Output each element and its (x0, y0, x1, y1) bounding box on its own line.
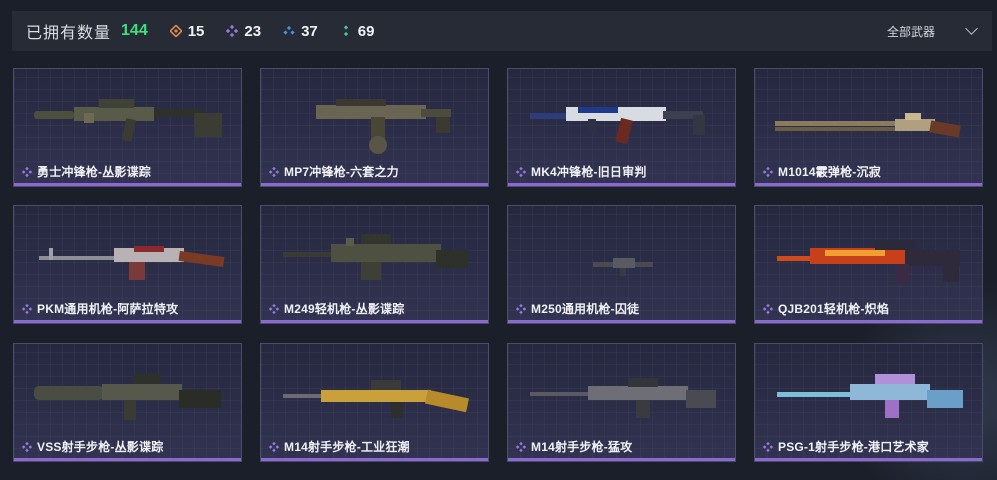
weapon-card[interactable]: M249轻机枪-丛影谍踪 (260, 205, 489, 324)
weapon-name: PKM通用机枪-阿萨拉特攻 (37, 302, 179, 316)
m249-weapon-image (283, 234, 468, 280)
weapon-card-footer: PKM通用机枪-阿萨拉特攻 (22, 300, 178, 317)
m250-weapon-image (593, 258, 653, 276)
weapon-filter-label: 全部武器 (886, 24, 935, 39)
weapon-card-footer: PSG-1射手步枪-港口艺术家 (763, 438, 929, 455)
purple-rarity-icon (226, 25, 239, 37)
weapon-card-footer: MK4冲锋枪-旧日审判 (516, 163, 647, 180)
weapon-filter-dropdown[interactable]: 全部武器 (886, 11, 978, 51)
weapon-card[interactable]: 勇士冲锋枪-丛影谍踪 (13, 68, 242, 187)
weapon-name: M250通用机枪-囚徒 (531, 302, 640, 316)
weapon-name: QJB201轻机枪-炽焰 (778, 302, 890, 316)
blue-rarity-icon (283, 25, 295, 35)
purple-rarity-icon (763, 441, 773, 452)
purple-rarity-icon (763, 166, 773, 177)
purple-rarity-icon (22, 441, 32, 452)
mp7-weapon-image (316, 99, 451, 154)
weapon-name: PSG-1射手步枪-港口艺术家 (778, 440, 930, 454)
weapon-card-footer: M249轻机枪-丛影谍踪 (269, 300, 404, 317)
m14-assault-weapon-image (530, 378, 716, 418)
weapon-card-footer: VSS射手步枪-丛影谍踪 (22, 438, 163, 455)
purple-rarity-icon (269, 441, 279, 452)
qjb201-weapon-image (777, 240, 960, 284)
stat-orange: 15 (169, 22, 205, 40)
weapon-card[interactable]: MK4冲锋枪-旧日审判 (507, 68, 736, 187)
weapon-card[interactable]: VSS射手步枪-丛影谍踪 (13, 343, 242, 462)
weapon-name: M1014霰弹枪-沉寂 (778, 165, 881, 179)
m1014-weapon-image (775, 113, 961, 138)
weapon-card[interactable]: M250通用机枪-囚徒 (507, 205, 736, 324)
purple-rarity-icon (516, 166, 526, 177)
green-rarity-icon (343, 25, 348, 37)
weapon-card[interactable]: M14射手步枪-工业狂潮 (260, 343, 489, 462)
weapon-card[interactable]: PSG-1射手步枪-港口艺术家 (754, 343, 983, 462)
chevron-down-icon (965, 22, 978, 35)
inventory-header: 已拥有数量 144 15 23 37 69 全部武器 (12, 11, 992, 51)
weapon-card[interactable]: PKM通用机枪-阿萨拉特攻 (13, 205, 242, 324)
weapon-name: M249轻机枪-丛影谍踪 (284, 302, 405, 316)
stat-green-value: 69 (357, 22, 375, 40)
pkm-weapon-image (39, 246, 225, 280)
purple-rarity-icon (269, 166, 279, 177)
purple-rarity-icon (516, 441, 526, 452)
purple-rarity-icon (516, 303, 526, 314)
purple-rarity-icon (763, 303, 773, 314)
weapon-card-footer: M250通用机枪-囚徒 (516, 300, 639, 317)
weapon-name: MK4冲锋枪-旧日审判 (531, 165, 647, 179)
weapon-card[interactable]: M1014霰弹枪-沉寂 (754, 68, 983, 187)
weapon-name: M14射手步枪-工业狂潮 (284, 440, 410, 454)
orange-rarity-icon (169, 25, 182, 37)
stat-blue-value: 37 (301, 22, 318, 40)
weapon-name: MP7冲锋枪-六套之力 (284, 165, 399, 179)
m14-industrial-weapon-image (283, 380, 469, 418)
stat-purple: 23 (226, 23, 261, 40)
weapon-card-footer: 勇士冲锋枪-丛影谍踪 (22, 163, 151, 180)
purple-rarity-icon (22, 166, 32, 177)
smg-camo-weapon-image (34, 99, 222, 142)
owned-count-value: 144 (121, 22, 148, 39)
weapon-card[interactable]: QJB201轻机枪-炽焰 (754, 205, 983, 324)
weapon-card[interactable]: MP7冲锋枪-六套之力 (260, 68, 489, 187)
owned-count-label: 已拥有数量 (26, 25, 112, 42)
vss-weapon-image (34, 374, 221, 420)
weapon-card-footer: M14射手步枪-工业狂潮 (269, 438, 410, 455)
weapon-card[interactable]: M14射手步枪-猛攻 (507, 343, 736, 462)
purple-rarity-icon (22, 303, 32, 314)
psg1-weapon-image (777, 374, 963, 418)
weapon-card-footer: QJB201轻机枪-炽焰 (763, 300, 889, 317)
weapon-card-footer: M14射手步枪-猛攻 (516, 438, 632, 455)
weapon-name: VSS射手步枪-丛影谍踪 (37, 440, 164, 454)
stat-blue: 37 (283, 23, 318, 40)
weapon-card-footer: M1014霰弹枪-沉寂 (763, 163, 881, 180)
weapon-name: 勇士冲锋枪-丛影谍踪 (37, 165, 151, 179)
purple-rarity-icon (269, 303, 279, 314)
weapon-card-footer: MP7冲锋枪-六套之力 (269, 163, 399, 180)
weapon-name: M14射手步枪-猛攻 (531, 440, 633, 454)
stat-orange-value: 15 (187, 22, 205, 40)
stat-green: 69 (340, 22, 375, 40)
stat-purple-value: 23 (244, 22, 262, 40)
mk4-weapon-image (530, 107, 705, 145)
